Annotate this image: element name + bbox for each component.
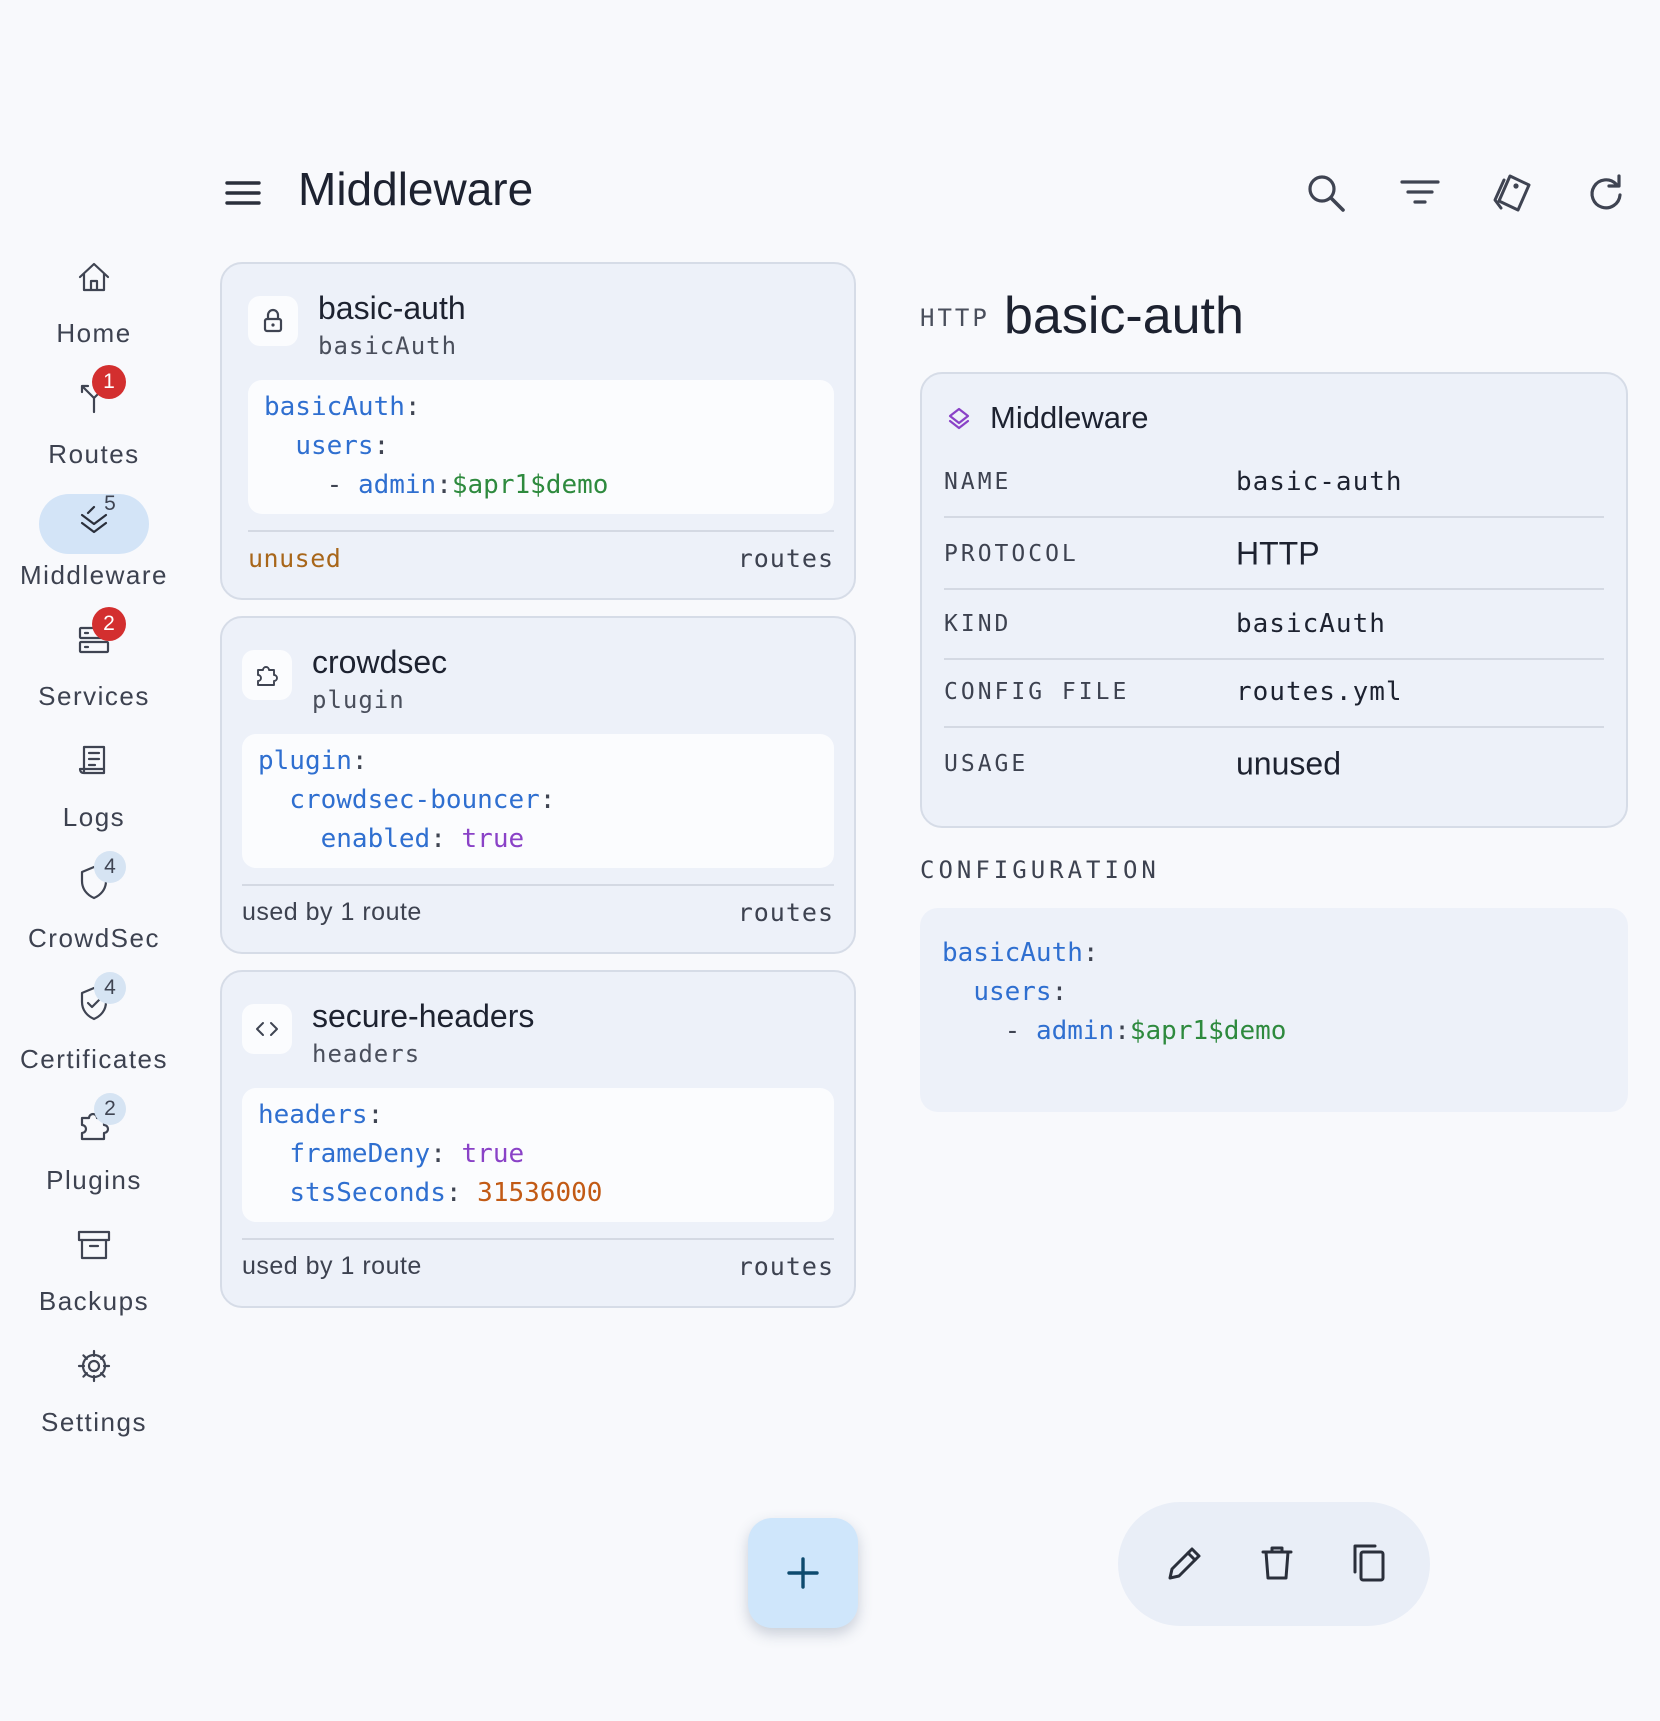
search-button[interactable] (1303, 170, 1349, 216)
layers-icon (948, 407, 970, 430)
card-divider (242, 884, 834, 886)
services-badge: 2 (92, 607, 126, 641)
search-icon (1308, 175, 1345, 212)
crowdsec-badge: 4 (94, 851, 126, 883)
plugins-badge: 2 (94, 1093, 126, 1125)
nav-item-crowdsec[interactable]: 4 CrowdSec (0, 845, 188, 969)
detail-value: HTTP (1236, 535, 1320, 572)
card-title: secure-headers (312, 998, 535, 1034)
plus-icon (787, 1557, 819, 1589)
detail-row-name: NAME basic-auth (944, 448, 1604, 518)
page-title: Middleware (298, 163, 534, 215)
detail-value: basicAuth (1236, 609, 1386, 639)
card-icon-box (242, 650, 292, 700)
nav-item-services[interactable]: 2 Services (0, 603, 188, 727)
nav-item-plugins[interactable]: 2 Plugins (0, 1087, 188, 1211)
card-kind: plugin (312, 686, 405, 714)
code-icon (256, 1022, 278, 1036)
nav-item-home[interactable]: Home (0, 240, 188, 364)
lock-icon (263, 308, 283, 333)
filter-button[interactable] (1397, 170, 1443, 216)
middleware-badge: 5 (104, 492, 116, 515)
detail-key: USAGE (944, 751, 1029, 777)
puzzle-icon (257, 666, 278, 686)
gear-icon (77, 1349, 111, 1383)
filter-icon (1400, 180, 1440, 204)
detail-info-card: Middleware NAME basic-auth PROTOCOL HTTP… (920, 372, 1628, 828)
nav-label: Backups (38, 1286, 150, 1316)
middleware-card-crowdsec[interactable]: crowdsec plugin plugin: crowdsec-bouncer… (220, 616, 856, 954)
detail-value: basic-auth (1236, 467, 1403, 497)
nav-item-certificates[interactable]: 4 Certificates (0, 966, 188, 1090)
card-divider (242, 1238, 834, 1240)
card-icon-box (242, 1004, 292, 1054)
detail-row-config-file: CONFIG FILE routes.yml (944, 658, 1604, 728)
archive-icon (77, 1230, 111, 1260)
card-icon-box (248, 296, 298, 346)
card-code: plugin: crowdsec-bouncer: enabled: true (242, 734, 834, 868)
menu-button[interactable] (222, 172, 264, 214)
detail-action-toolbar (1118, 1502, 1430, 1626)
home-icon (78, 262, 110, 292)
detail-value: unused (1236, 745, 1341, 782)
configuration-code: basicAuth: users: - admin:$apr1$demo (920, 908, 1628, 1112)
nav-label: Certificates (19, 1044, 169, 1074)
card-title: basic-auth (318, 290, 466, 326)
card-kind: headers (312, 1040, 421, 1068)
nav-label: Services (38, 681, 150, 711)
refresh-icon (1590, 174, 1622, 210)
add-middleware-button[interactable] (748, 1518, 858, 1628)
delete-button[interactable] (1254, 1540, 1300, 1586)
nav-item-backups[interactable]: Backups (0, 1208, 188, 1332)
card-status: used by 1 route (242, 898, 422, 926)
delete-icon (1261, 1546, 1293, 1580)
card-code: headers: frameDeny: true stsSeconds: 315… (242, 1088, 834, 1222)
card-kind: basicAuth (318, 332, 458, 360)
detail-protocol-tag: HTTP (920, 304, 990, 332)
card-routes-link[interactable]: routes (738, 1252, 834, 1281)
nav-item-logs[interactable]: Logs (0, 724, 188, 848)
detail-row-protocol: PROTOCOL HTTP (944, 520, 1604, 590)
nav-label: CrowdSec (28, 923, 160, 953)
tag-button[interactable] (1490, 170, 1536, 216)
refresh-button[interactable] (1584, 170, 1630, 216)
detail-title: basic-auth (1004, 287, 1244, 345)
edit-button[interactable] (1162, 1540, 1208, 1586)
card-routes-link[interactable]: routes (738, 898, 834, 927)
card-status: used by 1 route (242, 1252, 422, 1280)
detail-section-title: Middleware (990, 400, 1149, 435)
middleware-card-secure-headers[interactable]: secure-headers headers headers: frameDen… (220, 970, 856, 1308)
detail-key: CONFIG FILE (944, 679, 1130, 705)
copy-icon (1353, 1544, 1385, 1582)
detail-row-usage: USAGE unused (944, 730, 1604, 798)
edit-icon (1168, 1547, 1201, 1580)
logs-icon (78, 745, 106, 775)
middleware-card-basic-auth[interactable]: basic-auth basicAuth basicAuth: users: -… (220, 262, 856, 600)
nav-label: Settings (41, 1407, 147, 1437)
card-routes-link[interactable]: routes (738, 544, 834, 573)
detail-key: PROTOCOL (944, 541, 1079, 567)
menu-icon (225, 181, 261, 205)
card-status: unused (248, 544, 342, 573)
nav-label: Home (56, 318, 132, 348)
nav-item-routes[interactable]: 1 Routes (0, 361, 188, 485)
detail-row-kind: KIND basicAuth (944, 590, 1604, 660)
nav-label: Middleware (20, 560, 168, 590)
card-title: crowdsec (312, 644, 448, 680)
card-divider (248, 530, 834, 532)
nav-label: Logs (62, 802, 126, 832)
certificates-badge: 4 (94, 972, 126, 1004)
nav-item-settings[interactable]: Settings (0, 1329, 188, 1453)
card-code: basicAuth: users: - admin:$apr1$demo (248, 380, 834, 514)
nav-item-middleware[interactable]: 5 Middleware (0, 482, 188, 606)
configuration-label: CONFIGURATION (920, 856, 1160, 884)
nav-label: Plugins (46, 1165, 142, 1195)
routes-badge: 1 (92, 365, 126, 399)
detail-key: KIND (944, 611, 1012, 637)
copy-button[interactable] (1346, 1540, 1392, 1586)
nav-label: Routes (48, 439, 140, 469)
detail-value: routes.yml (1236, 677, 1403, 707)
detail-key: NAME (944, 469, 1012, 495)
tag-icon (1493, 174, 1531, 212)
